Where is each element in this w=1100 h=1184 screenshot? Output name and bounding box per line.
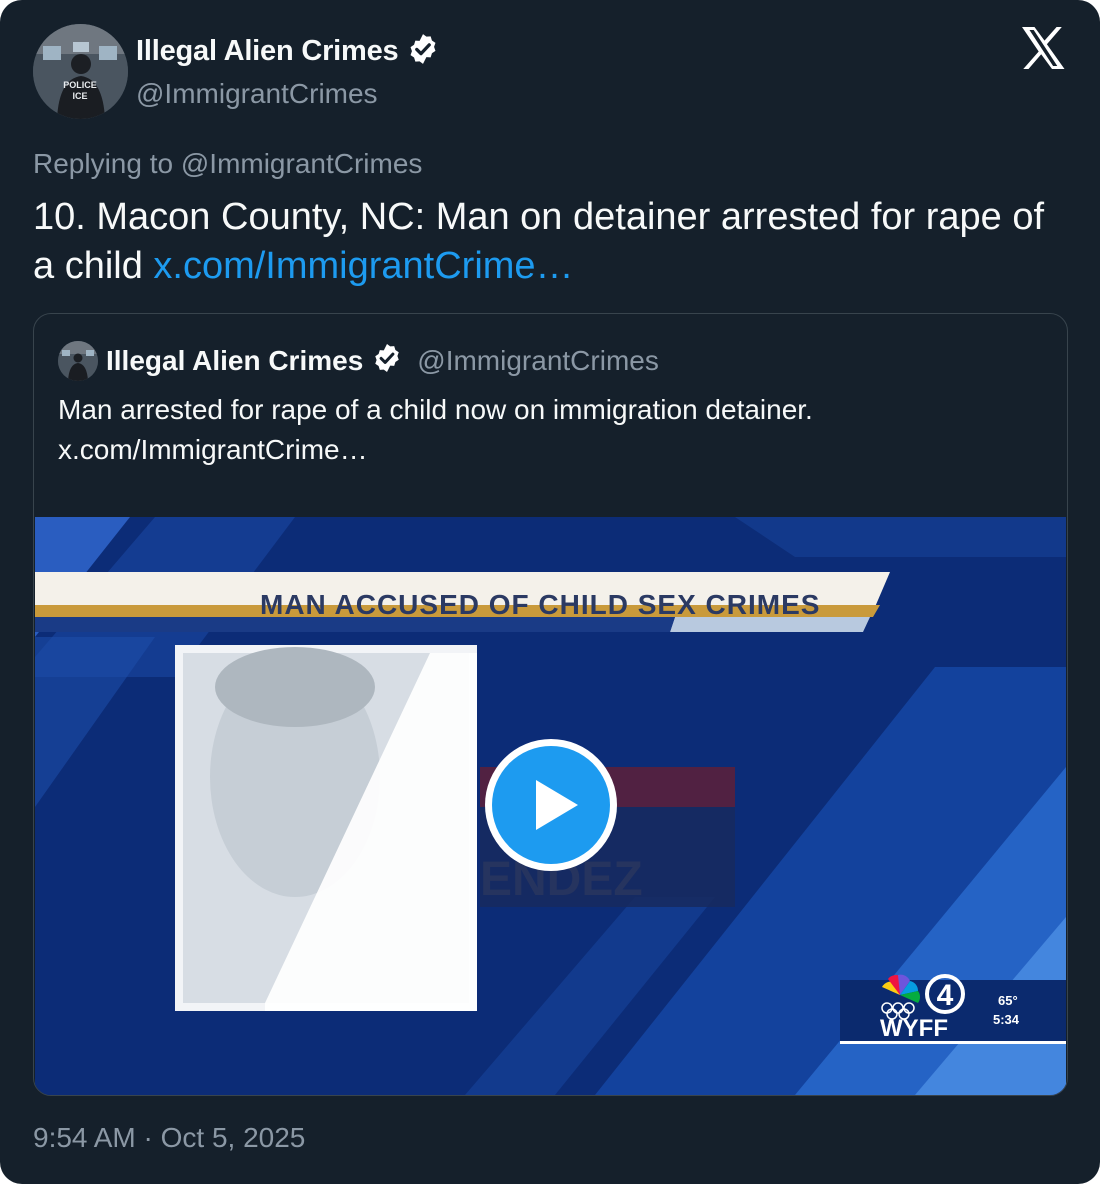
tweet-timestamp[interactable]: 9:54 AM · Oct 5, 2025 xyxy=(33,1122,305,1154)
author-avatar[interactable]: POLICE ICE xyxy=(33,24,128,119)
tweet-card: POLICE ICE Illegal Alien Crimes @Immigra… xyxy=(0,0,1100,1184)
avatar-badge-ice: ICE xyxy=(72,91,87,101)
quoted-text: Man arrested for rape of a child now on … xyxy=(58,390,1038,470)
quoted-body: Man arrested for rape of a child now on … xyxy=(58,394,813,425)
author-display-name[interactable]: Illegal Alien Crimes xyxy=(136,35,399,68)
quoted-handle[interactable]: @ImmigrantCrimes xyxy=(417,345,659,377)
video-headline: MAN ACCUSED OF CHILD SEX CRIMES xyxy=(260,589,820,620)
play-button[interactable] xyxy=(485,739,617,871)
station-temperature: 65° xyxy=(998,993,1018,1008)
verified-badge-icon xyxy=(371,342,403,379)
x-logo-icon[interactable] xyxy=(1020,26,1066,70)
author-name-row: Illegal Alien Crimes xyxy=(136,32,440,71)
quoted-tweet[interactable]: Illegal Alien Crimes @ImmigrantCrimes Ma… xyxy=(33,313,1068,1096)
station-time: 5:34 xyxy=(993,1012,1020,1027)
verified-badge-icon xyxy=(406,32,440,71)
quoted-display-name[interactable]: Illegal Alien Crimes xyxy=(106,345,363,377)
station-channel: 4 xyxy=(937,979,954,1012)
quoted-link[interactable]: x.com/ImmigrantCrime… xyxy=(58,430,1038,470)
quoted-name-row: Illegal Alien Crimes @ImmigrantCrimes xyxy=(106,342,659,379)
tweet-link[interactable]: x.com/ImmigrantCrime… xyxy=(153,245,573,287)
avatar-badge-police: POLICE xyxy=(63,80,97,90)
tweet-text: 10. Macon County, NC: Man on detainer ar… xyxy=(33,193,1073,291)
author-handle[interactable]: @ImmigrantCrimes xyxy=(136,78,378,110)
video-thumbnail[interactable]: MAN ACCUSED OF CHILD SEX CRIMES ENDEZ 4 … xyxy=(35,517,1066,1095)
replying-to-label: Replying to @ImmigrantCrimes xyxy=(33,148,423,179)
station-call-letters: WYFF xyxy=(880,1015,948,1042)
quoted-author-avatar[interactable] xyxy=(58,341,98,381)
play-icon xyxy=(492,746,610,864)
